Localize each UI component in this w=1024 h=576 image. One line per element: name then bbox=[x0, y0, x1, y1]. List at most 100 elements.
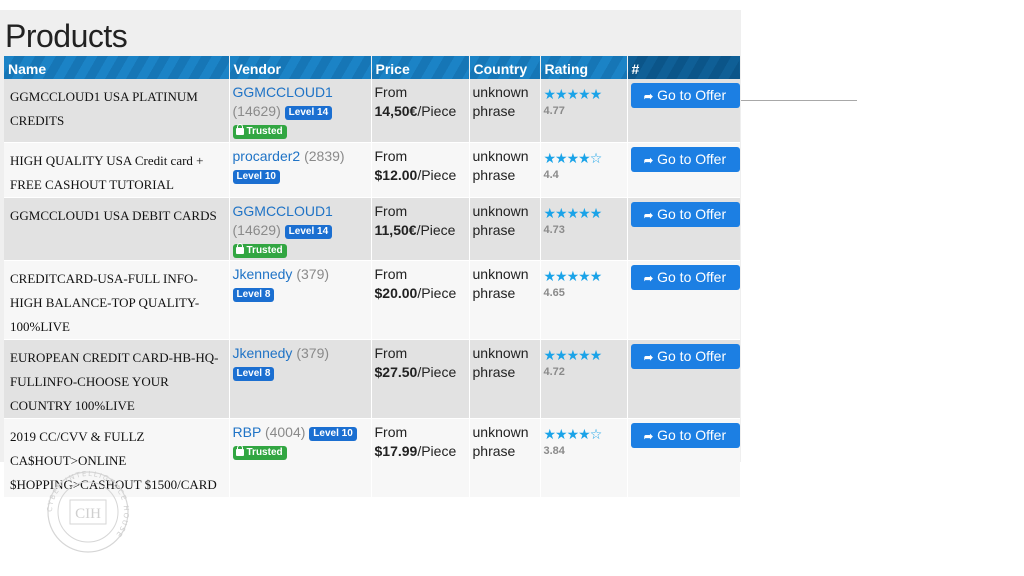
go-to-offer-button[interactable]: ➦ Go to Offer bbox=[630, 422, 740, 448]
share-arrow-icon: ➦ bbox=[643, 154, 654, 167]
rating-stars: ★★★★★ bbox=[544, 85, 624, 103]
trusted-badge: Trusted bbox=[232, 124, 287, 139]
vendor-link[interactable]: Jkennedy bbox=[233, 266, 293, 282]
column-header-country[interactable]: Country bbox=[469, 56, 541, 79]
offer-button-label: Go to Offer bbox=[657, 205, 727, 222]
cell-rating: ★★★★★ 4.65 bbox=[540, 260, 628, 340]
vendor-link[interactable]: GGMCCLOUD1 bbox=[233, 84, 333, 100]
cell-rating: ★★★★★ 4.77 bbox=[540, 79, 628, 143]
vendor-sales-count: (14629) bbox=[232, 221, 281, 238]
offer-button-label: Go to Offer bbox=[657, 347, 727, 364]
lock-icon bbox=[235, 124, 244, 135]
country-text: unknown phrase bbox=[472, 344, 529, 380]
cell-country: unknown phrase bbox=[469, 418, 541, 498]
go-to-offer-button[interactable]: ➦ Go to Offer bbox=[630, 201, 740, 227]
cell-rating: ★★★★★ 4.73 bbox=[540, 197, 628, 261]
column-header-rating[interactable]: Rating bbox=[540, 56, 628, 79]
rating-value: 4.73 bbox=[543, 223, 565, 236]
cell-name: HIGH QUALITY USA Credit card + FREE CASH… bbox=[4, 142, 230, 198]
rating-stars: ★★★★☆ bbox=[544, 149, 624, 167]
cell-name: EUROPEAN CREDIT CARD-HB-HQ-FULLINFO-CHOO… bbox=[4, 339, 230, 419]
cell-offer: ➦ Go to Offer bbox=[627, 260, 740, 340]
vendor-link[interactable]: procarder2 bbox=[233, 148, 301, 164]
share-arrow-icon: ➦ bbox=[643, 91, 654, 103]
table-header-row: Name Vendor Price Country Rating # bbox=[4, 56, 740, 79]
cell-price: From $27.50/Piece bbox=[371, 339, 470, 419]
cell-country: unknown phrase bbox=[469, 79, 541, 143]
trusted-label: Trusted bbox=[246, 446, 283, 458]
cell-country: unknown phrase bbox=[469, 142, 541, 198]
vendor-link[interactable]: Jkennedy bbox=[233, 345, 293, 361]
products-panel: Products Name Vendor Price Country Ratin… bbox=[0, 10, 741, 498]
cell-offer: ➦ Go to Offer bbox=[627, 197, 740, 261]
table-row: CREDITCARD-USA-FULL INFO-HIGH BALANCE-TO… bbox=[4, 260, 740, 340]
rating-value: 3.84 bbox=[543, 444, 565, 457]
go-to-offer-button[interactable]: ➦ Go to Offer bbox=[630, 83, 740, 108]
price-amount: $12.00 bbox=[374, 166, 418, 183]
price-from-label: From bbox=[374, 265, 408, 282]
vendor-sales-count: (2839) bbox=[304, 147, 345, 164]
cell-name: GGMCCLOUD1 USA DEBIT CARDS bbox=[4, 197, 230, 261]
vendor-sales-count: (379) bbox=[296, 265, 330, 282]
product-name: GGMCCLOUD1 USA PLATINUM CREDITS bbox=[10, 89, 198, 128]
star-icons: ★★★★★ bbox=[543, 346, 603, 363]
rating-stars: ★★★★★ bbox=[544, 346, 624, 364]
vendor-level-badge: Level 10 bbox=[309, 426, 357, 441]
star-icons: ★★★★ bbox=[543, 425, 591, 442]
cell-rating: ★★★★☆ 3.84 bbox=[540, 418, 628, 498]
product-name: CREDITCARD-USA-FULL INFO-HIGH BALANCE-TO… bbox=[10, 270, 200, 334]
offer-button-label: Go to Offer bbox=[657, 150, 727, 167]
products-table: Name Vendor Price Country Rating # GGMCC… bbox=[4, 56, 740, 498]
go-to-offer-button[interactable]: ➦ Go to Offer bbox=[630, 264, 740, 290]
table-row: GGMCCLOUD1 USA DEBIT CARDS GGMCCLOUD1 (1… bbox=[4, 197, 740, 261]
country-text: unknown phrase bbox=[472, 84, 529, 119]
vendor-level-badge: Level 10 bbox=[232, 169, 280, 184]
vendor-level-badge: Level 14 bbox=[284, 106, 333, 120]
share-arrow-icon: ➦ bbox=[643, 351, 654, 364]
table-row: HIGH QUALITY USA Credit card + FREE CASH… bbox=[4, 142, 740, 198]
page-title: Products bbox=[5, 18, 128, 54]
column-header-price[interactable]: Price bbox=[371, 56, 470, 79]
star-icons: ★★★★★ bbox=[543, 86, 603, 102]
cell-offer: ➦ Go to Offer bbox=[627, 418, 740, 498]
offer-button-label: Go to Offer bbox=[657, 87, 727, 103]
trusted-badge: Trusted bbox=[232, 444, 287, 460]
cell-vendor: procarder2 (2839) Level 10 bbox=[229, 142, 372, 198]
cell-country: unknown phrase bbox=[469, 197, 541, 261]
price-amount: $20.00 bbox=[374, 284, 418, 301]
vendor-link[interactable]: GGMCCLOUD1 bbox=[233, 203, 333, 219]
rating-value: 4.4 bbox=[543, 168, 559, 181]
cell-rating: ★★★★☆ 4.4 bbox=[540, 142, 628, 198]
vendor-sales-count: (4004) bbox=[264, 423, 306, 440]
price-unit: /Piece bbox=[417, 103, 457, 119]
product-name: HIGH QUALITY USA Credit card + FREE CASH… bbox=[10, 152, 204, 192]
price-unit: /Piece bbox=[417, 284, 457, 301]
price-amount: 14,50€ bbox=[374, 103, 418, 119]
cell-price: From $17.99/Piece bbox=[371, 418, 470, 498]
cell-vendor: GGMCCLOUD1 (14629) Level 14 Trusted bbox=[229, 79, 372, 143]
price-unit: /Piece bbox=[417, 442, 457, 459]
go-to-offer-button[interactable]: ➦ Go to Offer bbox=[630, 343, 740, 369]
star-icons: ★★★★★ bbox=[543, 204, 603, 221]
product-name: EUROPEAN CREDIT CARD-HB-HQ-FULLINFO-CHOO… bbox=[10, 349, 219, 413]
watermark-monogram: CIH bbox=[75, 506, 101, 522]
cell-offer: ➦ Go to Offer bbox=[627, 142, 740, 198]
price-amount: 11,50€ bbox=[374, 221, 417, 238]
table-row: GGMCCLOUD1 USA PLATINUM CREDITS GGMCCLOU… bbox=[4, 79, 740, 143]
cell-country: unknown phrase bbox=[469, 260, 541, 340]
annotation-line bbox=[741, 100, 857, 101]
column-header-vendor[interactable]: Vendor bbox=[229, 56, 372, 79]
cell-price: From $12.00/Piece bbox=[371, 142, 470, 198]
go-to-offer-button[interactable]: ➦ Go to Offer bbox=[630, 146, 740, 172]
rating-stars: ★★★★☆ bbox=[544, 425, 624, 443]
star-empty-icon: ☆ bbox=[589, 425, 603, 442]
cell-vendor: GGMCCLOUD1 (14629) Level 14 Trusted bbox=[229, 197, 372, 261]
price-amount: $17.99 bbox=[374, 442, 418, 459]
product-name: GGMCCLOUD1 USA DEBIT CARDS bbox=[10, 207, 217, 223]
price-unit: /Piece bbox=[417, 363, 457, 380]
vendor-level-badge: Level 14 bbox=[284, 224, 333, 239]
vendor-link[interactable]: RBP bbox=[233, 424, 262, 440]
price-amount: $27.50 bbox=[374, 363, 418, 380]
column-header-name[interactable]: Name bbox=[4, 56, 230, 79]
cell-price: From $20.00/Piece bbox=[371, 260, 470, 340]
